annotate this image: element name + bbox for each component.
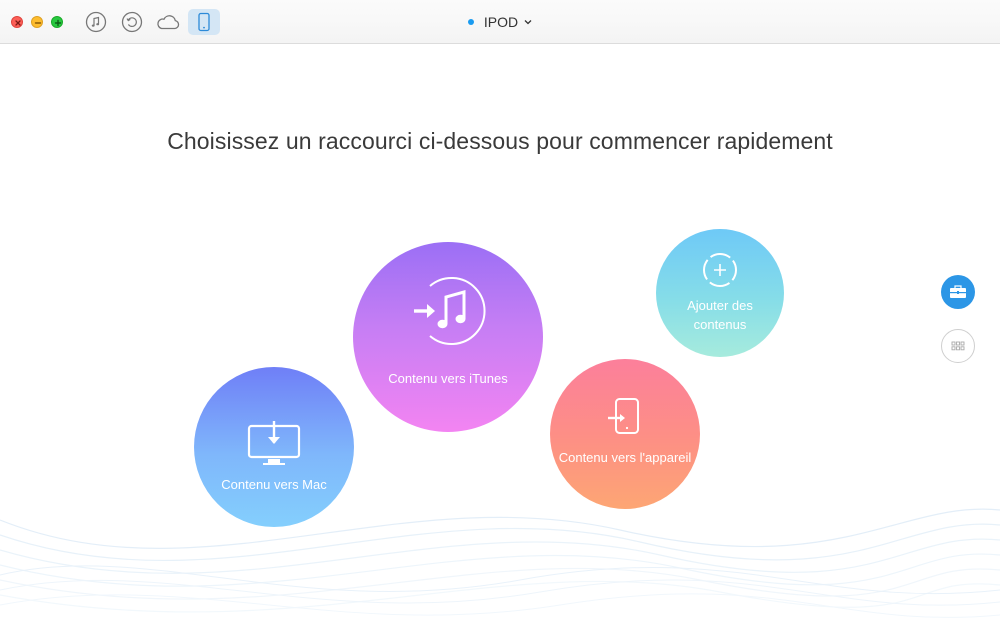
cloud-icon — [157, 15, 180, 30]
device-dropdown[interactable]: IPOD — [467, 14, 532, 30]
close-window-button[interactable] — [11, 16, 23, 28]
shortcut-label-line2: contenus — [693, 317, 747, 332]
maximize-window-button[interactable] — [51, 16, 63, 28]
minimize-icon — [34, 22, 42, 24]
device-button[interactable] — [188, 9, 220, 35]
add-circle-icon — [703, 253, 737, 287]
title-bar: IPOD — [0, 0, 1000, 44]
toolkit-button[interactable] — [941, 275, 975, 309]
maximize-icon — [54, 19, 62, 27]
shortcut-label: Contenu vers iTunes — [388, 370, 508, 386]
category-grid-button[interactable] — [941, 329, 975, 363]
app-window: IPOD Choisissez un raccourci ci-dessous … — [0, 0, 1000, 620]
itunes-transfer-icon — [414, 276, 486, 345]
backup-history-button[interactable] — [119, 9, 145, 35]
device-selector: IPOD — [0, 12, 1000, 30]
music-note-icon — [85, 11, 107, 33]
add-content-shortcut[interactable]: Ajouter des contenus — [656, 229, 784, 357]
monitor-download-icon — [247, 420, 301, 465]
history-icon — [121, 11, 143, 33]
icloud-button[interactable] — [154, 9, 182, 35]
phone-transfer-icon — [608, 397, 639, 434]
phone-icon — [198, 12, 210, 32]
close-icon — [15, 20, 21, 26]
content-to-device-shortcut[interactable]: Contenu vers l'appareil — [550, 359, 700, 509]
chevron-down-icon — [524, 20, 532, 25]
toolbox-icon — [950, 285, 966, 298]
minimize-window-button[interactable] — [31, 16, 43, 28]
itunes-library-button[interactable] — [83, 9, 109, 35]
device-name: IPOD — [483, 14, 519, 30]
page-title: Choisissez un raccourci ci-dessous pour … — [167, 128, 833, 154]
content-to-mac-shortcut[interactable]: Contenu vers Mac — [194, 367, 354, 527]
shortcut-label: Ajouter des contenus — [687, 296, 753, 334]
content-to-itunes-shortcut[interactable]: Contenu vers iTunes — [353, 242, 543, 432]
grid-icon — [951, 341, 965, 351]
device-connected-indicator — [467, 19, 474, 25]
shortcut-label: Contenu vers l'appareil — [558, 449, 692, 465]
background-waves — [0, 508, 1000, 618]
shortcut-label-line1: Ajouter des — [687, 298, 753, 313]
shortcut-label: Contenu vers Mac — [221, 476, 327, 492]
